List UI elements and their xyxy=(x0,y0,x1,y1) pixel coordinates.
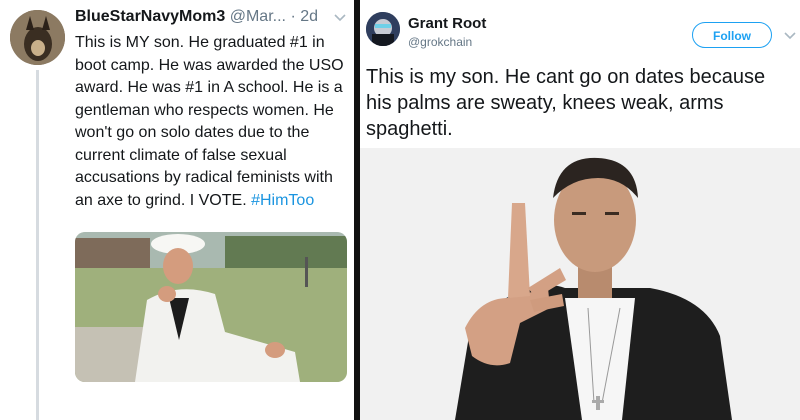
tweet-header: BlueStarNavyMom3 @Mar... · 2d xyxy=(75,8,350,30)
chevron-down-icon[interactable] xyxy=(784,28,796,40)
user-avatar[interactable] xyxy=(10,10,65,65)
timestamp[interactable]: 2d xyxy=(300,8,318,25)
separator: · xyxy=(290,8,296,25)
chevron-down-icon[interactable] xyxy=(334,10,346,22)
follow-button[interactable]: Follow xyxy=(692,22,772,48)
man-pointing-photo[interactable] xyxy=(360,148,800,420)
profile-avatar[interactable] xyxy=(366,12,400,46)
left-tweet: BlueStarNavyMom3 @Mar... · 2d This is MY… xyxy=(0,0,354,420)
right-tweet: Grant Root @grokchain Follow This is my … xyxy=(360,0,800,420)
tweet-text-main: This is MY son. He graduated #1 in boot … xyxy=(75,34,344,209)
display-name[interactable]: Grant Root xyxy=(408,15,486,32)
display-name[interactable]: BlueStarNavyMom3 xyxy=(75,8,225,25)
hashtag-link[interactable]: #HimToo xyxy=(251,192,314,209)
thread-line xyxy=(36,70,39,420)
user-handle[interactable]: @Mar... xyxy=(230,8,286,25)
sailor-photo[interactable] xyxy=(75,232,347,382)
user-handle[interactable]: @grokchain xyxy=(408,35,472,49)
tweet-text: This is my son. He cant go on dates beca… xyxy=(366,66,766,140)
tweet-text: This is MY son. He graduated #1 in boot … xyxy=(75,32,353,212)
